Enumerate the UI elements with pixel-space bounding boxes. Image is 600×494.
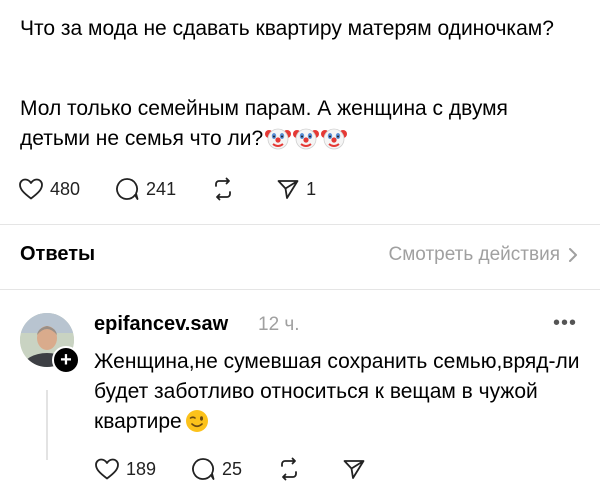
post-comment-count: 241 [146,178,177,199]
post-like-count: 480 [50,178,81,199]
chevron-right-icon [569,248,577,262]
follow-plus-button[interactable]: + [52,346,80,374]
reply-username[interactable]: epifancev.saw [94,313,228,336]
winking-face-icon [184,408,210,434]
repost-icon [281,457,297,481]
post-like-button[interactable]: 480 [18,177,80,201]
reply-text: Женщина,не сумевшая сохранить семью,вряд… [94,347,584,437]
post-text-paragraph-2-text: Мол только семейным парам. А женщина с д… [20,97,508,150]
divider [0,289,600,290]
repost-icon [215,177,231,201]
post-share-button[interactable]: 1 [276,177,316,201]
reply-timestamp: 12 ч. [258,314,300,335]
reply-share-button[interactable] [342,457,366,481]
reply-like-count: 189 [126,458,157,479]
divider [0,224,600,225]
post-text-paragraph-1: Что за мода не сдавать квартиру матерям … [20,17,554,40]
comment-icon [192,458,215,480]
heart-icon [95,458,119,480]
view-activity-link[interactable]: Смотреть действия [389,244,578,266]
reply-repost-button[interactable] [276,456,302,482]
reply-actions: 189 25 [94,456,366,482]
replies-title: Ответы [20,243,96,265]
reply-comment-button[interactable]: 25 [190,456,242,482]
send-icon [277,180,299,199]
plus-icon: + [60,349,72,371]
more-options-icon[interactable]: ••• [553,312,577,335]
post-share-count: 1 [306,178,317,199]
post-actions: 480 241 1 [18,176,316,202]
post-text-paragraph-2: Мол только семейным парам. А женщина с д… [20,94,580,154]
view-activity-label: Смотреть действия [388,244,560,265]
clown-face-icon [293,125,320,151]
heart-icon [19,178,43,200]
reply-comment-count: 25 [222,458,243,479]
post-repost-button[interactable] [210,176,236,202]
reply-like-button[interactable]: 189 [94,457,156,481]
clown-face-icon [265,125,292,151]
post-comment-button[interactable]: 241 [114,176,176,202]
thread-line [46,390,48,460]
clown-face-icon [321,125,348,151]
reply-text-body: Женщина,не сумевшая сохранить семью,вряд… [94,350,580,433]
send-icon [343,460,365,479]
comment-icon [116,178,139,200]
